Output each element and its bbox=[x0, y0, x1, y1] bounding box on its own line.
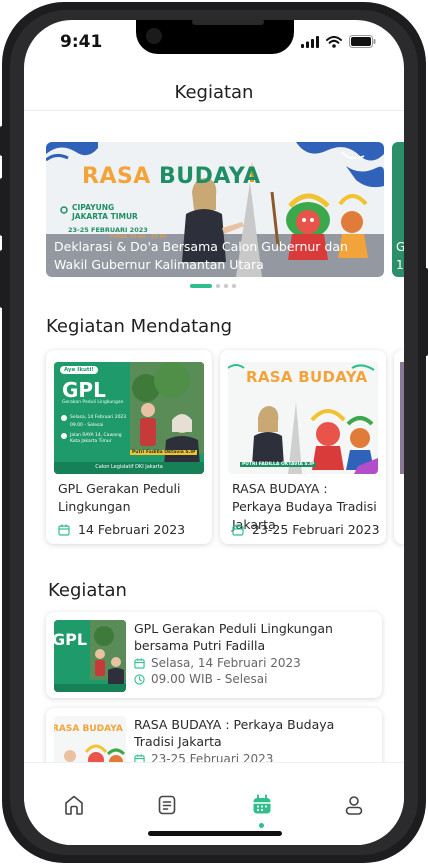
nav-calendar[interactable] bbox=[248, 791, 276, 819]
activity-title: RASA BUDAYA : Perkaya Budaya Tradisi Jak… bbox=[134, 717, 335, 749]
card-title: GPL Gerakan Peduli Lingkungan bbox=[58, 481, 181, 514]
banner-brand-rasa: RASA bbox=[82, 164, 159, 189]
activity-time-text: 09.00 WIB - Selesai bbox=[151, 672, 268, 686]
gpl-detail-date: Selasa, 14 Februari 2023 bbox=[70, 415, 127, 420]
gpl-detail-place: Jalan RAYA 14, Cawang Kota Jakarta Timur bbox=[70, 433, 122, 444]
peek-card-image bbox=[400, 362, 404, 474]
card-date: 23-25 Februari 2023 bbox=[232, 522, 380, 537]
gpl-footer: Calon Legislatif DKI Jakarta bbox=[95, 464, 163, 470]
carousel-dot[interactable] bbox=[216, 284, 220, 288]
banner-caption: Deklarasi & Do'a Bersama Calon Gubernur … bbox=[54, 239, 348, 272]
document-icon bbox=[158, 795, 176, 815]
active-nav-indicator bbox=[259, 823, 264, 828]
bottom-nav bbox=[24, 762, 404, 845]
carousel-indicator bbox=[190, 284, 236, 288]
gpl-thumb-logo: GPL bbox=[54, 630, 88, 649]
card-image-gpl: Aye Ikuti! GPL Gerakan Peduli Lingkungan… bbox=[54, 362, 204, 474]
status-icons bbox=[301, 35, 376, 48]
status-time: 9:41 bbox=[60, 32, 103, 52]
profile-icon bbox=[345, 796, 363, 815]
clock-icon bbox=[134, 673, 145, 685]
activity-date: Selasa, 14 Februari 2023 bbox=[134, 656, 301, 670]
rasa-budaya-brand: RASA BUDAYA bbox=[246, 368, 368, 386]
card-date-text: 14 Februari 2023 bbox=[78, 522, 186, 537]
battery-icon bbox=[349, 35, 376, 48]
next-banner-caption: G 1( bbox=[396, 240, 404, 272]
card-date-text: 23-25 Februari 2023 bbox=[252, 522, 380, 537]
screen: 9:41 Kegiatan RASA BUDAYA CIPAYUNG JAKAR… bbox=[24, 20, 404, 845]
gpl-subtitle: Gerakan Peduli Lingkungan bbox=[62, 400, 124, 405]
nav-profile[interactable] bbox=[340, 791, 368, 819]
upcoming-section-title: Kegiatan Mendatang bbox=[46, 316, 233, 337]
calendar-icon bbox=[232, 524, 244, 536]
next-banner[interactable]: G 1( bbox=[392, 142, 404, 277]
activities-section-title: Kegiatan bbox=[48, 580, 127, 601]
nav-documents[interactable] bbox=[153, 791, 181, 819]
calendar-icon bbox=[253, 794, 271, 814]
nav-home[interactable] bbox=[60, 791, 88, 819]
upcoming-card-peek[interactable] bbox=[394, 350, 404, 544]
power-button bbox=[424, 268, 428, 356]
upcoming-card[interactable]: Aye Ikuti! GPL Gerakan Peduli Lingkungan… bbox=[46, 350, 212, 544]
banner-location: CIPAYUNG JAKARTA TIMUR bbox=[72, 203, 138, 221]
page-title: Kegiatan bbox=[174, 82, 254, 103]
silent-switch bbox=[0, 126, 4, 156]
card-image-rasa-budaya: RASA BUDAYA PUTRI FADILLA OKTAVIA S.IP bbox=[228, 362, 378, 474]
activity-date-text: Selasa, 14 Februari 2023 bbox=[151, 656, 301, 670]
volume-down-button bbox=[0, 250, 4, 308]
gpl-badge: Aye Ikuti! bbox=[60, 366, 98, 374]
featured-banner[interactable]: RASA BUDAYA CIPAYUNG JAKARTA TIMUR 23-25… bbox=[46, 142, 384, 277]
gpl-person: Putri Fadilla Oktavia S.IP bbox=[130, 450, 198, 455]
signal-icon bbox=[301, 35, 319, 48]
carousel-dot[interactable] bbox=[232, 284, 236, 288]
banner-brand-budaya: BUDAYA bbox=[159, 164, 261, 189]
front-camera bbox=[146, 28, 162, 44]
activity-time: 09.00 WIB - Selesai bbox=[134, 672, 267, 686]
header-divider bbox=[24, 110, 404, 111]
gpl-detail-time: 09.00 - Selesai bbox=[70, 423, 104, 428]
card-date: 14 Februari 2023 bbox=[58, 522, 185, 537]
activity-thumb-gpl: GPL bbox=[54, 620, 126, 692]
banner-brand: RASA BUDAYA bbox=[82, 164, 261, 189]
upcoming-card[interactable]: RASA BUDAYA PUTRI FADILLA OKTAVIA S.IP R… bbox=[220, 350, 386, 544]
home-icon bbox=[65, 795, 83, 815]
carousel-dot-active[interactable] bbox=[190, 284, 212, 288]
rasa-budaya-thumb-brand: RASA BUDAYA bbox=[54, 724, 123, 734]
home-indicator bbox=[148, 831, 282, 836]
activity-title: GPL Gerakan Peduli Lingkungan bersama Pu… bbox=[134, 621, 333, 653]
carousel-dot[interactable] bbox=[224, 284, 228, 288]
gpl-logo: GPL bbox=[62, 378, 106, 402]
calendar-icon bbox=[134, 657, 145, 669]
activity-item[interactable]: GPL GPL Gerakan Peduli Lingkungan bersam… bbox=[46, 612, 382, 698]
volume-up-button bbox=[0, 178, 4, 236]
earpiece-speaker bbox=[192, 20, 264, 25]
rasa-budaya-person: PUTRI FADILLA OKTAVIA S.IP bbox=[240, 462, 317, 467]
wifi-icon bbox=[326, 35, 342, 48]
calendar-icon bbox=[58, 524, 70, 536]
banner-date: 23-25 FEBRUARI 2023 bbox=[68, 226, 148, 234]
notch bbox=[136, 20, 294, 54]
